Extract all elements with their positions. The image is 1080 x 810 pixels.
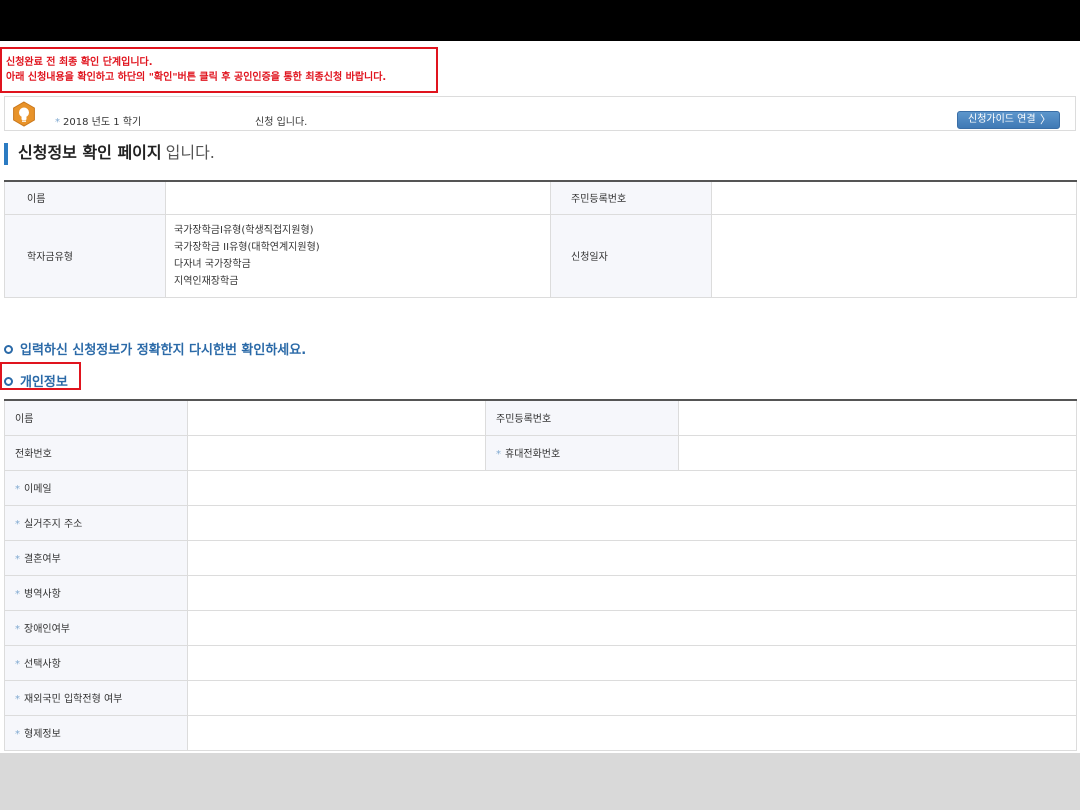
semester-label: 2018 년도 1 학기	[63, 117, 142, 128]
page-title-bold: 신청정보 확인 페이지	[18, 143, 162, 162]
required-marker: *	[15, 694, 20, 705]
disability-label-cell: * 장애인여부	[4, 609, 188, 646]
page-title: 신청정보 확인 페이지 입니다.	[4, 143, 215, 165]
email-label: 이메일	[24, 484, 52, 495]
bullet-circle-icon	[4, 345, 13, 354]
email-label-cell: * 이메일	[4, 469, 188, 506]
scholarship-type-label: 학자금유형	[4, 213, 166, 298]
table-row: * 형제정보	[4, 714, 1077, 751]
military-label: 병역사항	[24, 589, 61, 600]
required-marker: *	[15, 659, 20, 670]
personal-info-table: 이름 주민등록번호 전화번호 * 휴대전화번호 * 이메일 * 실거주지 주소 * 결혼…	[4, 399, 1077, 751]
marriage-value	[187, 539, 1077, 576]
disability-label: 장애인여부	[24, 624, 70, 635]
guide-button-label: 신청가이드 연결	[968, 114, 1036, 125]
apply-date-value	[711, 213, 1077, 298]
required-marker: *	[15, 729, 20, 740]
name-value	[165, 180, 551, 215]
personal-resident-value	[678, 399, 1077, 436]
mobile-label-cell: * 휴대전화번호	[485, 434, 679, 471]
personal-info-heading: 개인정보	[4, 371, 68, 390]
table-row: 전화번호 * 휴대전화번호	[4, 434, 1077, 471]
table-row: 이름 주민등록번호	[4, 399, 1077, 436]
table-row: * 이메일	[4, 469, 1077, 506]
notice-line-2: 아래 신청내용을 확인하고 하단의 "확인"버튼 클릭 후 공인인증을 통한 최…	[6, 72, 387, 83]
required-marker: *	[496, 449, 501, 460]
resident-number-label: 주민등록번호	[550, 180, 712, 215]
optional-label-cell: * 선택사항	[4, 644, 188, 681]
disability-value	[187, 609, 1077, 646]
application-guide-button[interactable]: 신청가이드 연결 〉	[957, 111, 1060, 129]
scholarship-type-item: 다자녀 국가장학금	[174, 258, 251, 270]
required-marker: *	[15, 589, 20, 600]
military-label-cell: * 병역사항	[4, 574, 188, 611]
notice-line-1: 신청완료 전 최종 확인 단계입니다.	[6, 57, 153, 68]
verification-hint: 입력하신 신청정보가 정확한지 다시한번 확인하세요.	[4, 339, 306, 358]
personal-info-title: 개인정보	[20, 375, 68, 390]
mobile-label: 휴대전화번호	[505, 449, 561, 460]
table-row: * 병역사항	[4, 574, 1077, 611]
semester-text: * 2018 년도 1 학기	[55, 113, 141, 128]
siblings-label: 형제정보	[24, 729, 61, 740]
hint-text: 입력하신 신청정보가 정확한지 다시한번 확인하세요.	[20, 343, 307, 358]
lightbulb-icon	[13, 101, 35, 127]
overseas-label: 재외국민 입학전형 여부	[24, 694, 123, 705]
personal-name-label: 이름	[4, 399, 188, 436]
overseas-label-cell: * 재외국민 입학전형 여부	[4, 679, 188, 716]
scholarship-type-item: 국가장학금 II유형(대학연계지원형)	[174, 241, 320, 253]
table-row: * 실거주지 주소	[4, 504, 1077, 541]
required-marker: *	[15, 554, 20, 565]
personal-resident-label: 주민등록번호	[485, 399, 679, 436]
address-value	[187, 504, 1077, 541]
optional-value	[187, 644, 1077, 681]
phone-label: 전화번호	[4, 434, 188, 471]
address-label-cell: * 실거주지 주소	[4, 504, 188, 541]
bottom-gray-band	[0, 753, 1080, 810]
name-label: 이름	[4, 180, 166, 215]
military-value	[187, 574, 1077, 611]
chevron-right-icon: 〉	[1040, 113, 1051, 126]
required-marker: *	[15, 519, 20, 530]
mobile-value	[678, 434, 1077, 471]
overseas-value	[187, 679, 1077, 716]
scholarship-type-item: 지역인재장학금	[174, 275, 239, 287]
scholarship-type-item: 국가장학금I유형(학생직접지원형)	[174, 224, 314, 236]
bullet-circle-icon	[4, 377, 13, 386]
page-title-suffix: 입니다.	[165, 143, 215, 162]
table-row: 학자금유형 국가장학금I유형(학생직접지원형) 국가장학금 II유형(대학연계지…	[4, 213, 1077, 298]
table-row: * 장애인여부	[4, 609, 1077, 646]
top-black-bar	[0, 0, 1080, 41]
siblings-value	[187, 714, 1077, 751]
semester-marker: *	[55, 117, 60, 128]
application-summary-table: 이름 주민등록번호 학자금유형 국가장학금I유형(학생직접지원형) 국가장학금 …	[4, 180, 1077, 298]
resident-number-value	[711, 180, 1077, 215]
email-value	[187, 469, 1077, 506]
marriage-label: 결혼여부	[24, 554, 61, 565]
table-row: 이름 주민등록번호	[4, 180, 1077, 215]
phone-value	[187, 434, 486, 471]
address-label: 실거주지 주소	[24, 519, 83, 530]
notice-box: 신청완료 전 최종 확인 단계입니다. 아래 신청내용을 확인하고 하단의 "확…	[0, 47, 438, 93]
table-row: * 재외국민 입학전형 여부	[4, 679, 1077, 716]
apply-date-label: 신청일자	[550, 213, 712, 298]
required-marker: *	[15, 484, 20, 495]
personal-name-value	[187, 399, 486, 436]
application-info-bar: * 2018 년도 1 학기 신청 입니다. 신청가이드 연결 〉	[4, 96, 1076, 131]
table-row: * 결혼여부	[4, 539, 1077, 576]
table-row: * 선택사항	[4, 644, 1077, 681]
required-marker: *	[15, 624, 20, 635]
apply-status-text: 신청 입니다.	[255, 117, 308, 128]
marriage-label-cell: * 결혼여부	[4, 539, 188, 576]
scholarship-type-list: 국가장학금I유형(학생직접지원형) 국가장학금 II유형(대학연계지원형) 다자…	[165, 213, 551, 298]
siblings-label-cell: * 형제정보	[4, 714, 188, 751]
optional-label: 선택사항	[24, 659, 61, 670]
